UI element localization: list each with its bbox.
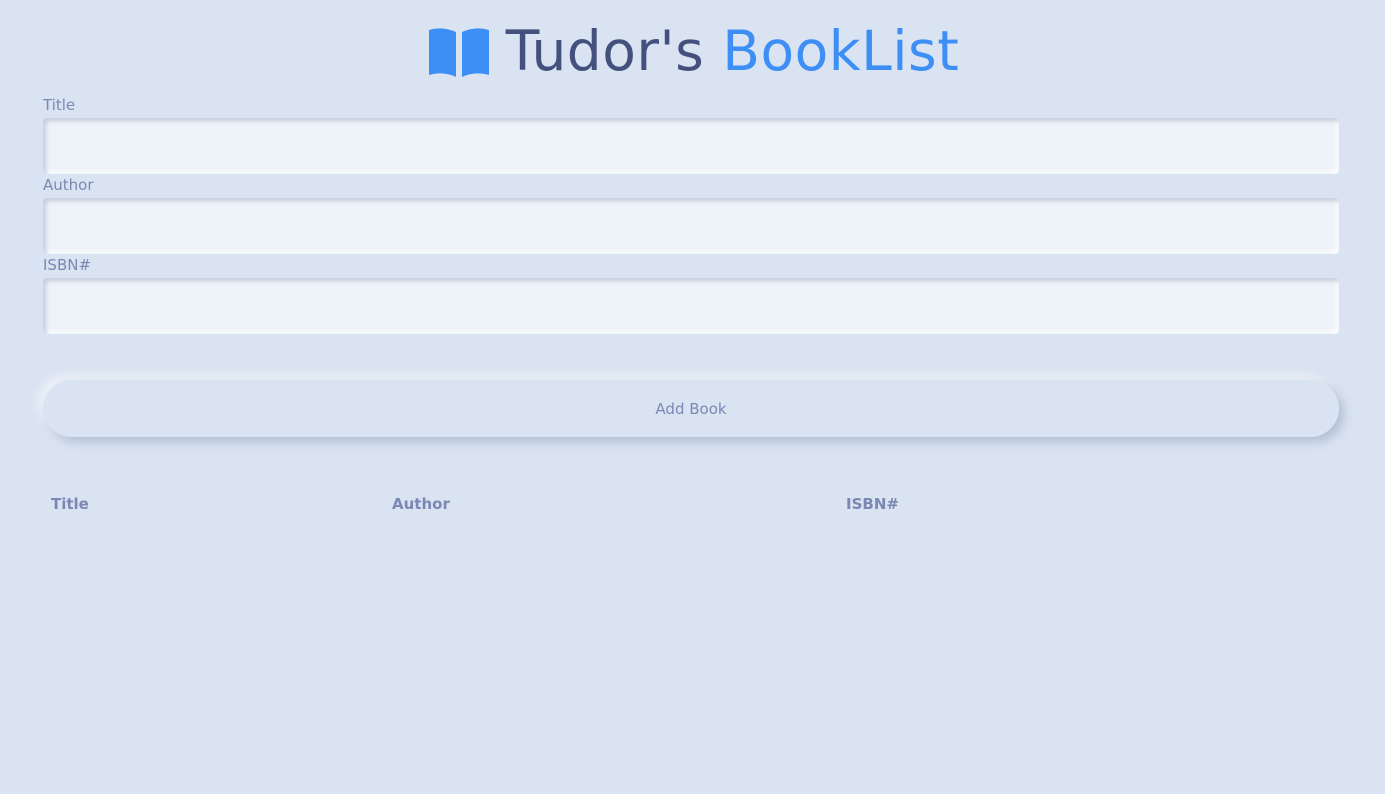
title-primary: Tudor's <box>505 19 705 83</box>
open-book-icon <box>428 28 489 77</box>
title-label: Title <box>43 96 76 114</box>
author-label: Author <box>43 176 94 194</box>
column-header-isbn: ISBN# <box>846 495 899 513</box>
author-input[interactable] <box>43 198 1339 254</box>
isbn-label: ISBN# <box>43 256 92 274</box>
booklist-app: Tudor's BookList Title Author ISBN# Add … <box>0 0 1385 794</box>
column-header-author: Author <box>392 495 450 513</box>
column-header-title: Title <box>51 495 89 513</box>
table-header: Title Author ISBN# <box>43 490 1339 519</box>
title-accent: BookList <box>722 19 960 83</box>
book-list-table: Title Author ISBN# <box>43 490 1339 519</box>
table-header-row: Title Author ISBN# <box>43 490 1339 519</box>
page-title: Tudor's BookList <box>506 14 960 88</box>
add-book-button[interactable]: Add Book <box>43 380 1339 437</box>
title-input[interactable] <box>43 118 1339 174</box>
page-header: Tudor's BookList <box>0 14 1385 88</box>
isbn-input[interactable] <box>43 278 1339 334</box>
